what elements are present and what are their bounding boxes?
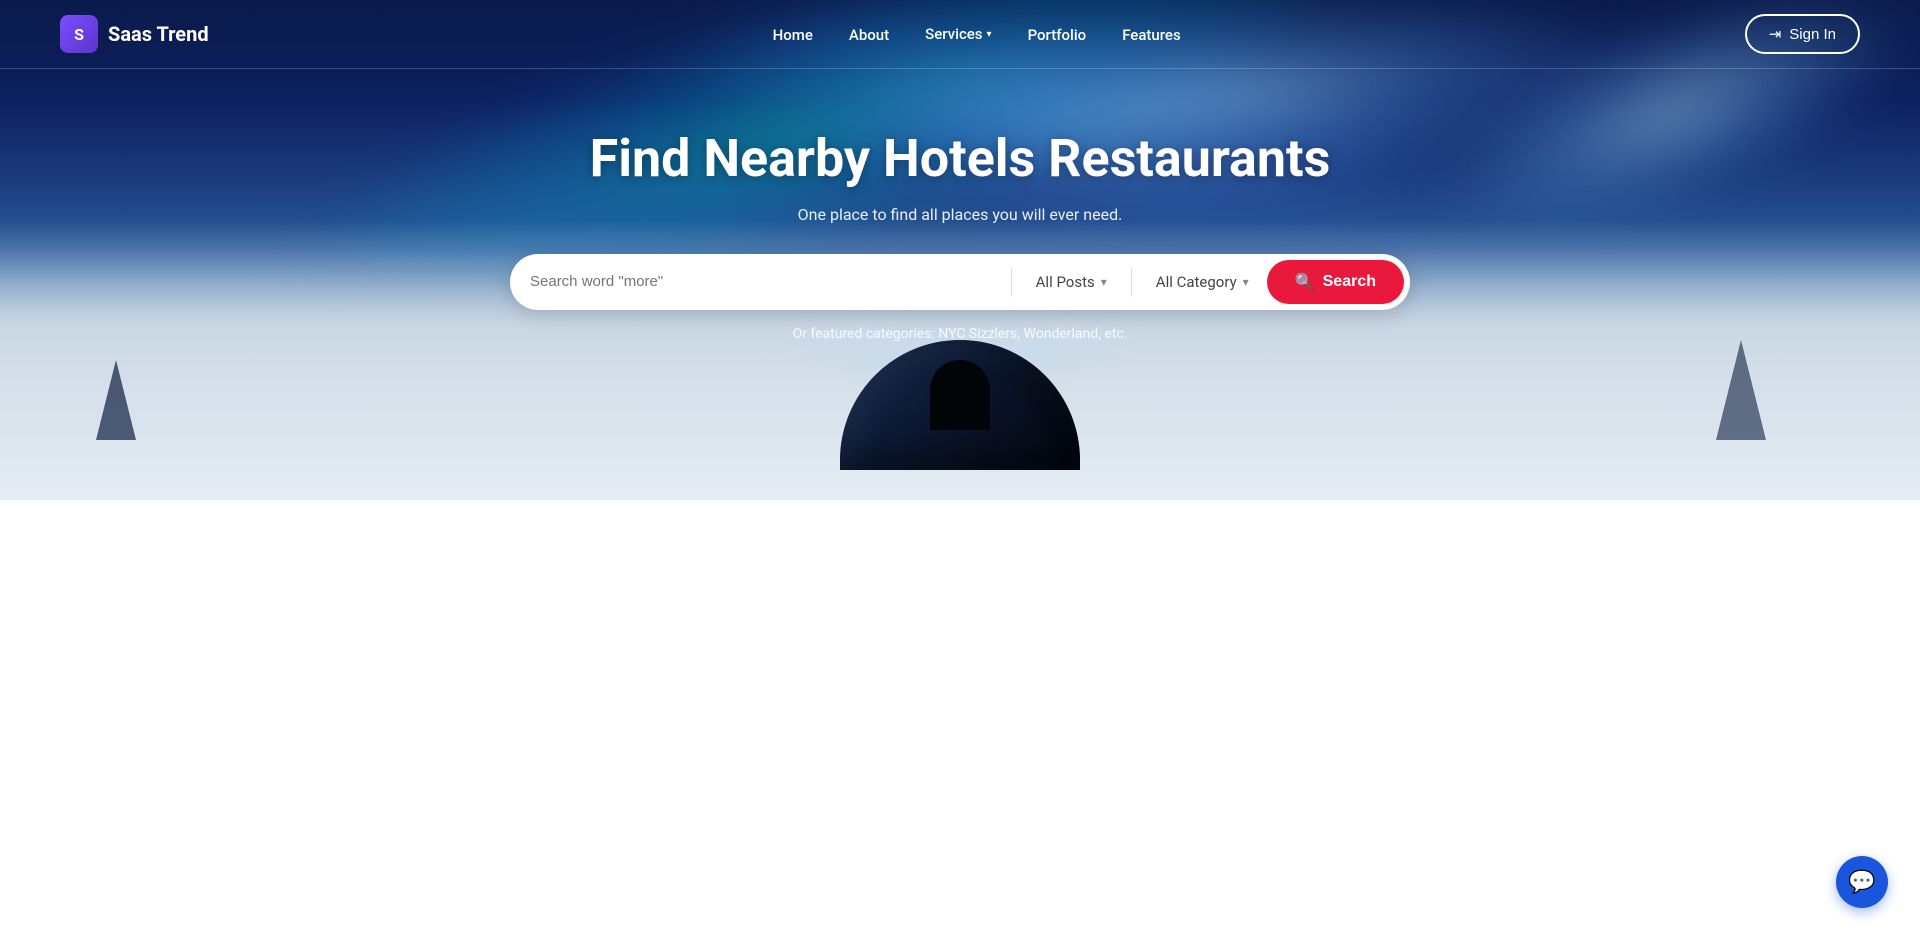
igloo-container <box>840 340 1080 470</box>
search-bar: All Posts ▾ All Category ▾ 🔍 Search <box>510 254 1410 310</box>
hero-content: Find Nearby Hotels Restaurants One place… <box>490 128 1430 341</box>
chat-icon: 💬 <box>1848 870 1875 895</box>
navbar: S Saas Trend Home About Services ▾ Portf… <box>0 0 1920 69</box>
category-dropdown-arrow: ▾ <box>1243 275 1249 289</box>
nav-link-services[interactable]: Services ▾ <box>925 25 991 43</box>
tree-left <box>96 360 136 440</box>
search-icon: 🔍 <box>1295 272 1315 292</box>
services-dropdown-arrow: ▾ <box>987 29 992 40</box>
search-divider-1 <box>1011 267 1012 297</box>
nav-link-home[interactable]: Home <box>773 26 813 44</box>
tree-right <box>1716 340 1766 440</box>
search-button[interactable]: 🔍 Search <box>1267 260 1404 304</box>
sign-in-button[interactable]: ⇥ Sign In <box>1745 14 1860 54</box>
nav-item-about[interactable]: About <box>849 25 889 44</box>
posts-dropdown[interactable]: All Posts ▾ <box>1024 267 1119 297</box>
nav-item-portfolio[interactable]: Portfolio <box>1028 25 1087 44</box>
nav-link-portfolio[interactable]: Portfolio <box>1028 26 1087 44</box>
hero-subtitle: One place to find all places you will ev… <box>510 205 1410 224</box>
hero-title: Find Nearby Hotels Restaurants <box>510 128 1410 190</box>
nav-item-services[interactable]: Services ▾ <box>925 25 991 43</box>
chat-button[interactable]: 💬 <box>1836 856 1888 908</box>
sign-in-label: Sign In <box>1789 26 1836 43</box>
brand-logo-letter: S <box>74 25 84 44</box>
nav-link-about[interactable]: About <box>849 26 889 44</box>
nav-links: Home About Services ▾ Portfolio Features <box>773 25 1181 44</box>
brand-logo: S <box>60 15 98 53</box>
hero-section: Find Nearby Hotels Restaurants One place… <box>0 0 1920 500</box>
category-dropdown[interactable]: All Category ▾ <box>1144 267 1261 297</box>
below-hero-section <box>0 500 1920 940</box>
posts-dropdown-label: All Posts <box>1036 273 1095 291</box>
featured-categories-text: Or featured categories: NYC Sizzlers, Wo… <box>510 326 1410 342</box>
nav-link-features[interactable]: Features <box>1122 26 1180 44</box>
nav-item-home[interactable]: Home <box>773 25 813 44</box>
category-dropdown-label: All Category <box>1156 273 1237 291</box>
search-divider-2 <box>1131 267 1132 297</box>
search-input[interactable] <box>530 267 999 296</box>
brand-logo-link[interactable]: S Saas Trend <box>60 15 209 53</box>
nav-item-features[interactable]: Features <box>1122 25 1180 44</box>
brand-name: Saas Trend <box>108 22 209 46</box>
posts-dropdown-arrow: ▾ <box>1101 275 1107 289</box>
sign-in-icon: ⇥ <box>1769 25 1782 43</box>
search-button-label: Search <box>1323 273 1376 291</box>
